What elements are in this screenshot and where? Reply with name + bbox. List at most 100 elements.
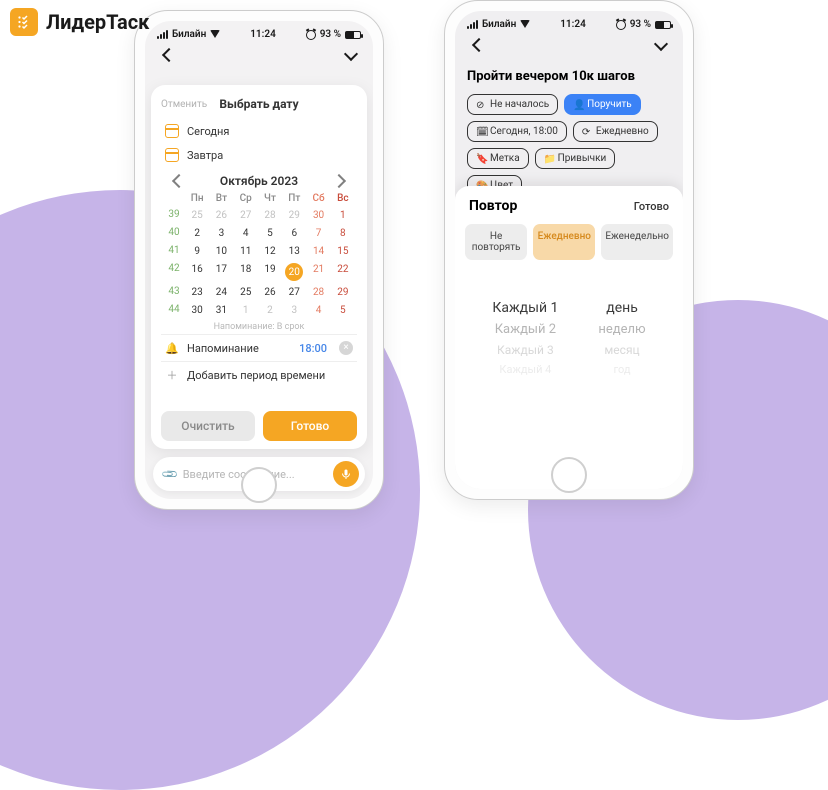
seg-daily[interactable]: Ежедневно — [533, 224, 595, 260]
day[interactable]: 1 — [234, 304, 258, 317]
day[interactable]: 19 — [258, 263, 282, 281]
back-icon[interactable] — [159, 47, 175, 63]
day[interactable]: 4 — [306, 304, 330, 317]
collapse-icon[interactable] — [343, 47, 359, 63]
dow: Сб — [306, 193, 330, 204]
dow: Пн — [185, 193, 209, 204]
message-placeholder: Введите сообщение... — [183, 468, 295, 481]
done-button[interactable]: Готово — [263, 411, 357, 441]
quick-today[interactable]: Сегодня — [161, 119, 357, 143]
status-time: 11:24 — [560, 19, 586, 30]
chip-status[interactable]: ⊘Не началось — [467, 94, 558, 115]
day[interactable]: 1 — [331, 209, 355, 222]
day[interactable]: 22 — [331, 263, 355, 281]
date-picker-sheet: Отменить Выбрать дату Сегодня Завтра Окт… — [151, 85, 367, 449]
week-num: 40 — [163, 227, 185, 240]
mic-button[interactable] — [333, 461, 359, 487]
phone-1: Билайн 11:24 93 % Отменить Выбрать дату — [134, 10, 384, 510]
day[interactable]: 15 — [331, 245, 355, 258]
reminder-time[interactable]: 18:00 — [299, 342, 327, 355]
day[interactable]: 11 — [234, 245, 258, 258]
back-icon[interactable] — [469, 37, 485, 53]
day[interactable]: 5 — [331, 304, 355, 317]
day[interactable]: 24 — [209, 286, 233, 299]
day[interactable]: 28 — [258, 209, 282, 222]
day[interactable]: 31 — [209, 304, 233, 317]
day[interactable]: 26 — [258, 286, 282, 299]
day[interactable]: 2 — [258, 304, 282, 317]
collapse-icon[interactable] — [653, 37, 669, 53]
chip-habits[interactable]: 📁Привычки — [535, 148, 616, 169]
day[interactable]: 30 — [306, 209, 330, 222]
wheel-col-left[interactable]: Каждый 1 Каждый 2 Каждый 3 Каждый 4 — [492, 300, 558, 420]
seg-weekly[interactable]: Еженедельно — [601, 224, 673, 260]
day[interactable]: 10 — [209, 245, 233, 258]
add-period-row[interactable]: ＋ Добавить период времени — [161, 361, 357, 388]
day[interactable]: 12 — [258, 245, 282, 258]
day[interactable]: 26 — [209, 209, 233, 222]
day[interactable]: 29 — [331, 286, 355, 299]
day[interactable]: 17 — [209, 263, 233, 281]
day[interactable]: 8 — [331, 227, 355, 240]
plus-icon: ＋ — [165, 368, 179, 382]
seg-no-repeat[interactable]: Не повторять — [465, 224, 527, 260]
repeat-done-button[interactable]: Готово — [634, 200, 669, 213]
day[interactable]: 3 — [209, 227, 233, 240]
wifi-icon — [520, 20, 530, 33]
day[interactable]: 14 — [306, 245, 330, 258]
week-num: 42 — [163, 263, 185, 281]
quick-tomorrow[interactable]: Завтра — [161, 143, 357, 167]
day[interactable]: 21 — [306, 263, 330, 281]
day[interactable]: 18 — [234, 263, 258, 281]
day[interactable]: 4 — [234, 227, 258, 240]
month-title: Октябрь 2023 — [220, 174, 298, 188]
status-time: 11:24 — [250, 29, 276, 40]
day[interactable]: 29 — [282, 209, 306, 222]
home-button[interactable] — [241, 467, 277, 503]
add-period-label: Добавить период времени — [187, 369, 325, 382]
next-month-icon[interactable] — [333, 173, 349, 189]
day[interactable]: 5 — [258, 227, 282, 240]
user-icon: 👤 — [573, 100, 583, 110]
cancel-button[interactable]: Отменить — [161, 99, 207, 110]
home-button[interactable] — [551, 457, 587, 493]
quick-tomorrow-label: Завтра — [187, 149, 223, 162]
reminder-row[interactable]: 🔔 Напоминание 18:00 × — [161, 334, 357, 361]
chip-repeat[interactable]: ⟳Ежедневно — [573, 121, 658, 142]
day[interactable]: 28 — [306, 286, 330, 299]
day[interactable]: 9 — [185, 245, 209, 258]
picker-wheel[interactable]: Каждый 1 Каждый 2 Каждый 3 Каждый 4 день… — [465, 300, 673, 420]
tag-icon: 🔖 — [476, 154, 486, 164]
day[interactable]: 6 — [282, 227, 306, 240]
battery-icon — [655, 21, 671, 29]
clear-button[interactable]: Очистить — [161, 411, 255, 441]
day[interactable]: 27 — [282, 286, 306, 299]
alarm-icon — [616, 20, 626, 30]
chip-tag[interactable]: 🔖Метка — [467, 148, 529, 169]
battery-pct: 93 % — [320, 29, 341, 40]
day[interactable]: 13 — [282, 245, 306, 258]
attach-icon[interactable]: 📎 — [160, 465, 179, 484]
day[interactable]: 25 — [234, 286, 258, 299]
chip-date[interactable]: 🗓Сегодня, 18:00 — [467, 121, 567, 142]
day[interactable]: 16 — [185, 263, 209, 281]
day[interactable]: 23 — [185, 286, 209, 299]
chip-assign[interactable]: 👤Поручить — [564, 94, 641, 115]
dow: Пт — [282, 193, 306, 204]
status-bar: Билайн 11:24 93 % — [455, 11, 683, 35]
signal-icon — [157, 30, 168, 39]
day[interactable]: 3 — [282, 304, 306, 317]
day[interactable]: 7 — [306, 227, 330, 240]
calendar-icon — [165, 148, 179, 162]
day[interactable]: 30 — [185, 304, 209, 317]
day[interactable]: 2 — [185, 227, 209, 240]
prev-month-icon[interactable] — [169, 173, 185, 189]
wheel-col-right[interactable]: день неделю месяц год — [598, 300, 645, 420]
dow: Чт — [258, 193, 282, 204]
wifi-icon — [210, 30, 220, 43]
day-selected[interactable]: 20 — [285, 263, 303, 281]
day[interactable]: 25 — [185, 209, 209, 222]
day[interactable]: 27 — [234, 209, 258, 222]
carrier: Билайн — [172, 29, 206, 40]
clear-reminder-icon[interactable]: × — [339, 341, 353, 355]
